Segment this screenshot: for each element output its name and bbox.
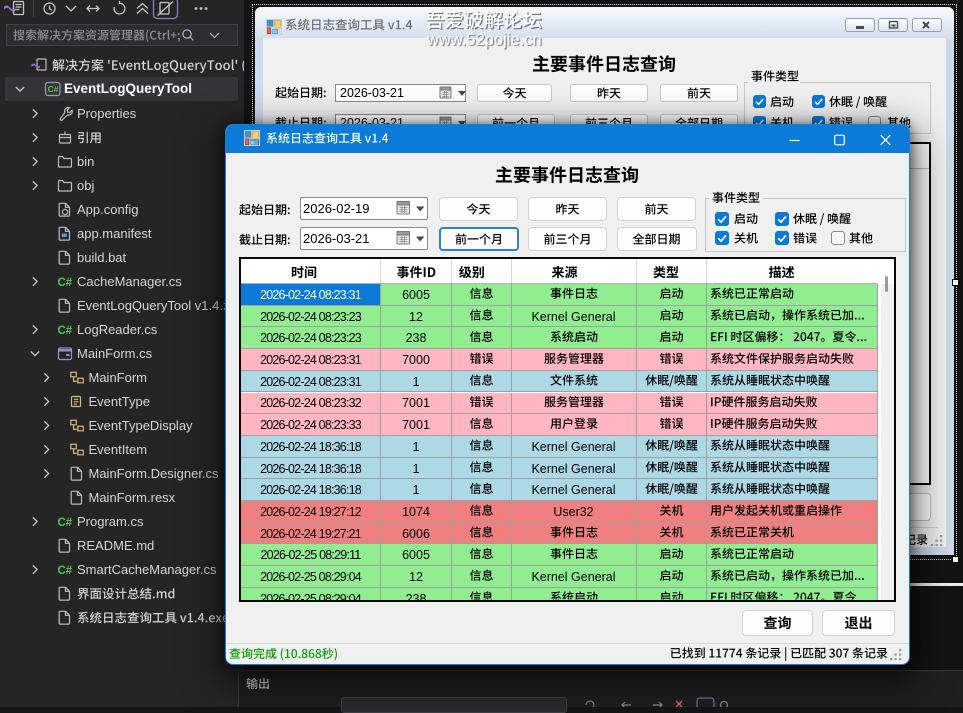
svg-text:C#: C# (48, 84, 59, 94)
svg-text:C#: C# (58, 277, 73, 289)
svg-text:C#: C# (58, 517, 73, 529)
svg-text:C#: C# (58, 325, 73, 337)
svg-text:C#: C# (58, 565, 73, 577)
